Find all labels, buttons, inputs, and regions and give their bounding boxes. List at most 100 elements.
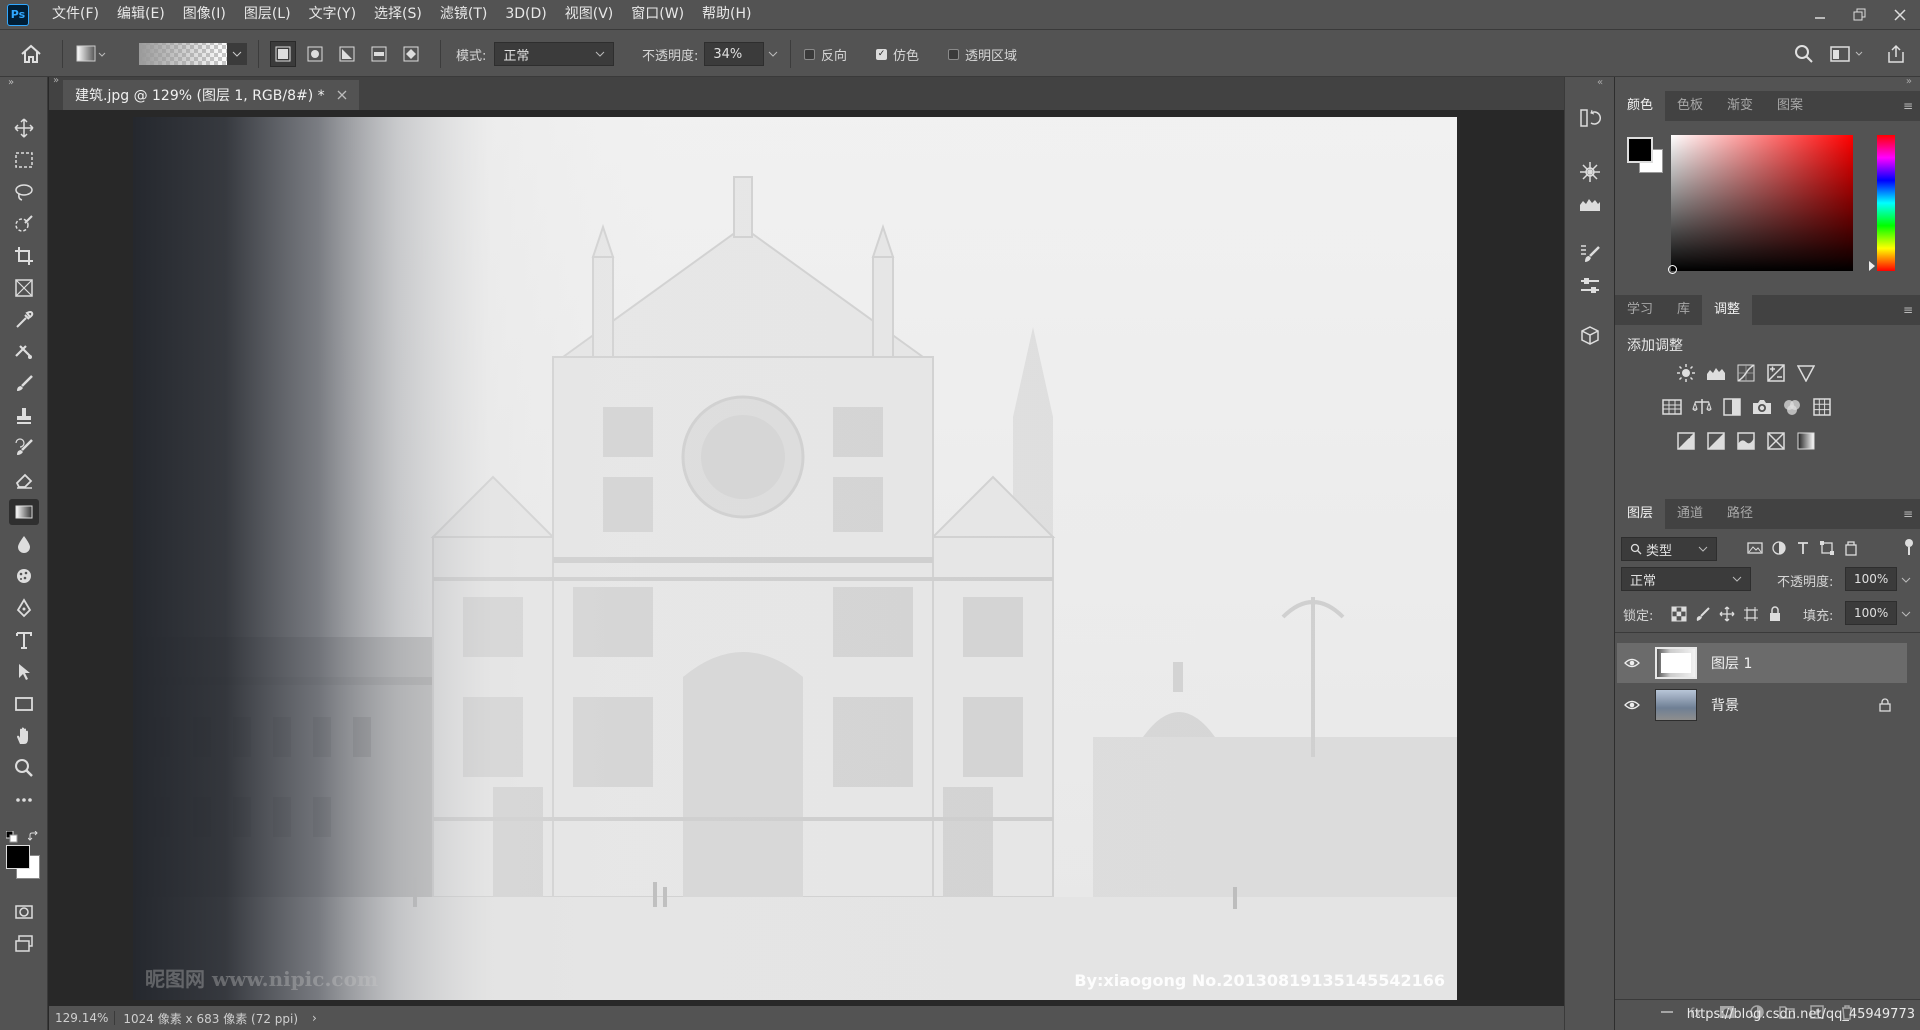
layer-name[interactable]: 背景 (1711, 695, 1739, 715)
restore-button[interactable] (1840, 0, 1880, 29)
brush-settings-button[interactable] (1577, 241, 1603, 267)
foreground-color-swatch[interactable] (1627, 137, 1653, 163)
filter-toggle[interactable] (1904, 539, 1914, 555)
pen-tool[interactable] (9, 595, 39, 621)
share-button[interactable] (1886, 30, 1906, 78)
levels-button[interactable] (1705, 362, 1727, 384)
color-lookup-button[interactable] (1811, 396, 1833, 418)
gradient-map-button[interactable] (1795, 430, 1817, 452)
menu-window[interactable]: 窗口(W) (622, 0, 693, 29)
search-button[interactable] (1794, 30, 1814, 78)
opacity-input[interactable]: 34% (704, 42, 765, 66)
black-white-button[interactable] (1721, 396, 1743, 418)
expand-dock-icon[interactable]: « (1597, 77, 1603, 88)
document-canvas[interactable]: 昵图网 www.nipic.com By:xiaogong No.2013081… (133, 117, 1457, 1000)
photo-filter-button[interactable] (1751, 396, 1773, 418)
type-tool[interactable] (9, 627, 39, 653)
tab-color[interactable]: 颜色 (1615, 91, 1666, 121)
close-icon[interactable] (337, 90, 347, 100)
zoom-tool[interactable] (9, 755, 39, 781)
tab-paths[interactable]: 路径 (1715, 499, 1765, 529)
blur-tool[interactable] (9, 531, 39, 557)
dither-checkbox[interactable]: ✓ 仿色 (876, 30, 919, 78)
hand-tool[interactable] (9, 723, 39, 749)
tab-gradients[interactable]: 渐变 (1715, 91, 1765, 121)
reflected-gradient-button[interactable] (366, 41, 392, 67)
tab-layers[interactable]: 图层 (1615, 499, 1666, 529)
color-balance-button[interactable] (1691, 396, 1713, 418)
layer-opacity-input[interactable]: 100% (1845, 567, 1897, 591)
shape-filter-icon[interactable] (1819, 540, 1835, 556)
crop-tool[interactable] (9, 243, 39, 269)
transparency-checkbox[interactable]: 透明区域 (948, 30, 1017, 78)
status-menu-arrow[interactable]: › (306, 1011, 323, 1025)
menu-3d[interactable]: 3D(D) (496, 0, 555, 29)
lock-transparent-pixels-icon[interactable] (1671, 606, 1687, 622)
color-picker-handle[interactable] (1668, 265, 1677, 274)
frame-tool[interactable] (9, 275, 39, 301)
hue-slider[interactable] (1877, 135, 1895, 271)
menu-edit[interactable]: 编辑(E) (108, 0, 174, 29)
quick-mask-button[interactable] (9, 899, 39, 925)
quick-selection-tool[interactable] (9, 211, 39, 237)
diamond-gradient-button[interactable] (398, 41, 424, 67)
menu-type[interactable]: 文字(Y) (300, 0, 365, 29)
gradient-tool[interactable] (9, 499, 39, 525)
layer-visibility-toggle[interactable] (1617, 657, 1647, 669)
healing-brush-tool[interactable] (9, 339, 39, 365)
hue-slider-handle[interactable] (1869, 261, 1875, 271)
properties-panel-button[interactable] (1577, 159, 1603, 185)
linear-gradient-button[interactable] (270, 41, 296, 67)
workspace-button[interactable] (1830, 30, 1866, 78)
pixel-filter-icon[interactable] (1747, 540, 1763, 556)
layer-name[interactable]: 图层 1 (1711, 653, 1752, 673)
smart-object-filter-icon[interactable] (1843, 540, 1859, 556)
selective-color-button[interactable] (1765, 430, 1787, 452)
zoom-level[interactable]: 129.14% (49, 1011, 116, 1025)
adjustment-filter-icon[interactable] (1771, 540, 1787, 556)
menu-help[interactable]: 帮助(H) (693, 0, 760, 29)
tab-swatches[interactable]: 色板 (1665, 91, 1715, 121)
panel-menu-icon[interactable]: ≡ (1903, 99, 1913, 113)
lock-all-icon[interactable] (1767, 606, 1783, 622)
menu-filter[interactable]: 滤镜(T) (431, 0, 496, 29)
minimize-button[interactable] (1800, 0, 1840, 29)
marquee-tool[interactable] (9, 147, 39, 173)
lock-image-pixels-icon[interactable] (1695, 606, 1711, 622)
channel-mixer-button[interactable] (1781, 396, 1803, 418)
tab-libraries[interactable]: 库 (1665, 295, 1702, 325)
lock-position-icon[interactable] (1719, 606, 1735, 622)
tab-patterns[interactable]: 图案 (1765, 91, 1815, 121)
tab-adjustments[interactable]: 调整 (1702, 295, 1753, 325)
collapse-panels-icon[interactable]: » (1906, 76, 1912, 87)
layer-blend-mode-select[interactable]: 正常 (1621, 567, 1751, 591)
panel-menu-icon[interactable]: ≡ (1903, 507, 1913, 521)
blend-mode-select[interactable]: 正常 (494, 42, 615, 66)
menu-select[interactable]: 选择(S) (365, 0, 431, 29)
menu-layer[interactable]: 图层(L) (235, 0, 300, 29)
collapse-tools-icon[interactable]: » (8, 77, 14, 88)
3d-panel-button[interactable] (1577, 323, 1603, 349)
tab-channels[interactable]: 通道 (1665, 499, 1715, 529)
chevron-down-icon[interactable] (1901, 610, 1911, 618)
layer-row-layer1[interactable]: 图层 1 (1617, 643, 1907, 683)
posterize-button[interactable] (1705, 430, 1727, 452)
menu-file[interactable]: 文件(F) (43, 0, 108, 29)
chevron-down-icon[interactable] (1901, 576, 1911, 584)
curves-button[interactable] (1735, 362, 1757, 384)
brightness-contrast-button[interactable] (1675, 362, 1697, 384)
hue-saturation-button[interactable] (1661, 396, 1683, 418)
document-tab[interactable]: 建筑.jpg @ 129% (图层 1, RGB/8#) * (63, 80, 359, 110)
path-selection-tool[interactable] (9, 659, 39, 685)
screen-mode-button[interactable] (9, 931, 39, 957)
move-tool[interactable] (9, 115, 39, 141)
lock-artboard-icon[interactable] (1743, 606, 1759, 622)
rectangle-tool[interactable] (9, 691, 39, 717)
history-panel-button[interactable] (1577, 105, 1603, 131)
clone-stamp-tool[interactable] (9, 403, 39, 429)
radial-gradient-button[interactable] (302, 41, 328, 67)
angle-gradient-button[interactable] (334, 41, 360, 67)
foreground-color-swatch[interactable] (6, 845, 30, 869)
more-tools-button[interactable] (9, 787, 39, 813)
histogram-panel-button[interactable] (1577, 191, 1603, 217)
